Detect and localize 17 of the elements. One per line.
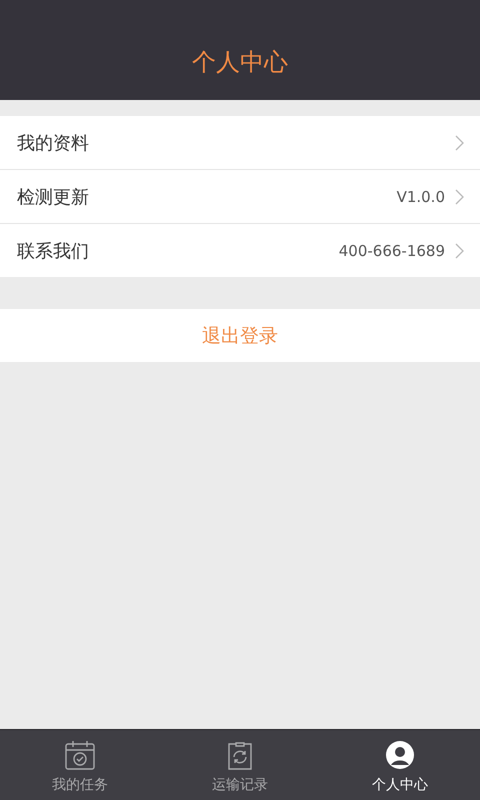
- menu-label: 联系我们: [17, 240, 90, 262]
- menu-label: 我的资料: [17, 132, 90, 154]
- page-title: 个人中心: [192, 47, 288, 78]
- menu-item[interactable]: 检测更新 V1.0.0: [0, 170, 480, 224]
- menu-item[interactable]: 我的资料: [0, 116, 480, 170]
- chevron-right-icon: [455, 134, 464, 150]
- user-avatar-icon: [384, 740, 416, 770]
- tab[interactable]: 我的任务: [0, 730, 160, 800]
- calendar-check-icon: [64, 740, 96, 770]
- menu-value: 400-666-1689: [338, 242, 445, 260]
- menu-value: V1.0.0: [396, 188, 445, 206]
- tab[interactable]: 个人中心: [320, 730, 480, 800]
- chevron-right-icon: [455, 188, 464, 204]
- menu-item[interactable]: 联系我们 400-666-1689: [0, 224, 480, 277]
- menu-label: 检测更新: [17, 186, 90, 208]
- chevron-right-icon: [455, 242, 464, 258]
- tab[interactable]: 运输记录: [160, 730, 320, 800]
